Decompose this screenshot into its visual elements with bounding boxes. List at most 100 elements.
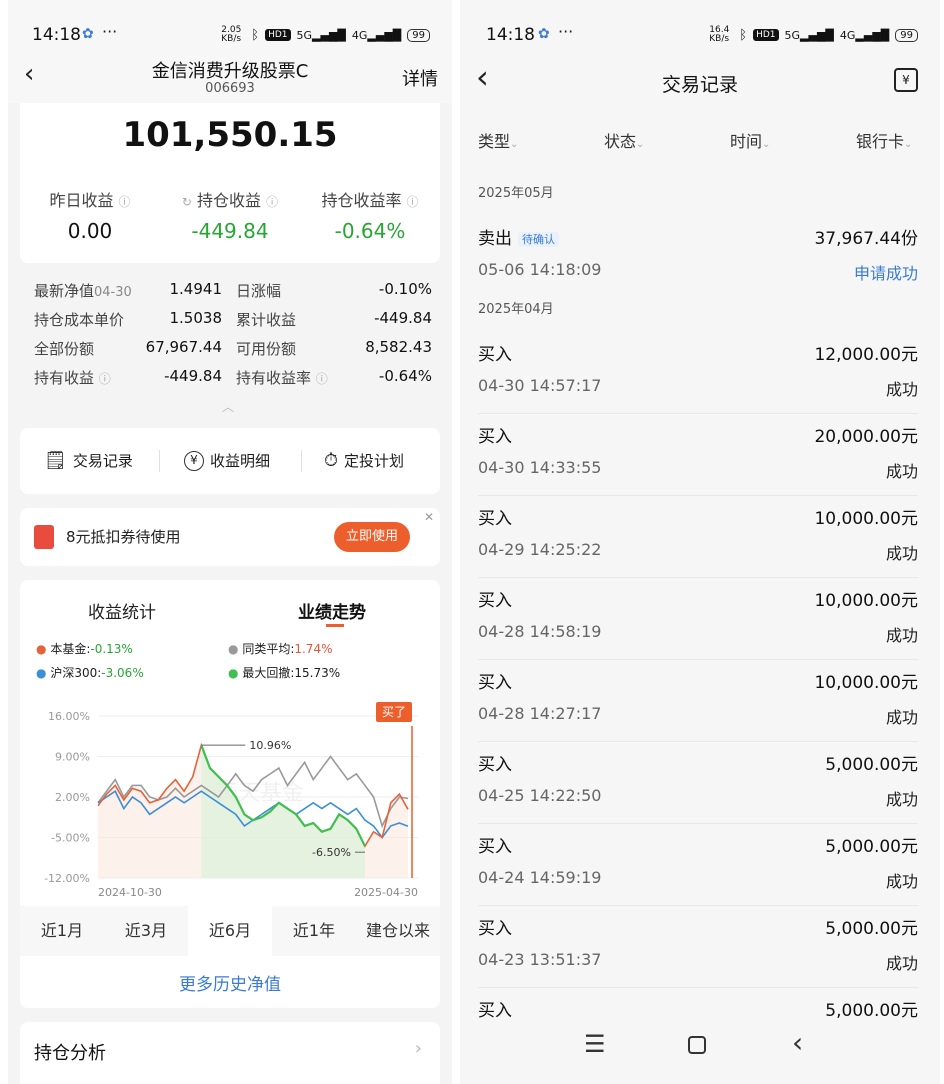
info-icon[interactable]: ⓘ [99, 372, 111, 386]
close-icon[interactable]: ✕ [424, 510, 434, 524]
record-row[interactable]: 买入 12,000.00元 04-30 14:57:17 成功 [478, 332, 918, 414]
stat-label: 持仓收益率 [321, 191, 402, 210]
legend-value: 15.73% [294, 666, 341, 680]
tab-performance-trend[interactable]: 业绩走势 [298, 598, 366, 623]
filter-bar: 类型⌄ 状态⌄ 时间⌄ 银行卡⌄ [460, 128, 940, 158]
range-tab[interactable]: 近3月 [104, 906, 188, 956]
app-header: ‹ 金信消费升级股票C 006693 详情 [8, 55, 452, 103]
detail-value: 8,582.43 [365, 338, 432, 356]
status-badge: 待确认 [518, 232, 559, 247]
fund-detail-screen: 14:18 ✿ ··· 2.05 KB/s ᛒ HD1 5G▂▄▆█ 4G▂▄▆… [8, 0, 452, 1084]
collapse-icon[interactable]: ︿ [222, 398, 234, 415]
page-title: 交易记录 [661, 74, 738, 96]
refresh-icon[interactable]: ↻ [182, 195, 192, 209]
more-history-card: 更多历史净值 [20, 956, 440, 1008]
record-row[interactable]: 买入 5,000.00元 04-25 14:22:50 成功 [478, 742, 918, 824]
record-status: 成功 [885, 708, 918, 727]
record-type: 买入 [478, 914, 512, 939]
record-time: 04-24 14:59:19 [478, 868, 602, 887]
home-icon[interactable] [688, 1036, 706, 1054]
filter-type[interactable]: 类型⌄ [478, 128, 518, 152]
record-row[interactable]: 买入 10,000.00元 04-28 14:27:17 成功 [478, 660, 918, 742]
records-action[interactable]: 🗒 交易记录 [44, 450, 133, 471]
filter-status[interactable]: 状态⌄ [604, 128, 644, 152]
record-type-label: 买入 [478, 755, 512, 775]
info-icon[interactable]: ⓘ [266, 195, 278, 209]
chevron-down-icon: ⌄ [636, 139, 645, 150]
legend-name: 同类平均: [242, 642, 295, 656]
stat-yesterday: 昨日收益 ⓘ 0.00 [20, 187, 160, 243]
detail-label: 最新净值 [34, 282, 95, 300]
plan-action[interactable]: ⏱ 定投计划 [324, 450, 404, 471]
record-time: 04-23 13:51:37 [478, 950, 602, 969]
record-status: 成功 [885, 380, 918, 399]
record-status: 成功 [885, 544, 918, 563]
record-row[interactable]: 买入 5,000.00元 04-24 14:59:19 成功 [478, 824, 918, 906]
legend-value: -0.13% [90, 642, 133, 656]
record-row[interactable]: 卖出 待确认 37,967.44份 05-06 14:18:09 申请成功 [478, 216, 918, 298]
detail-value: 1.5038 [169, 309, 223, 327]
range-tab[interactable]: 建仓以来 [356, 906, 440, 956]
holding-summary-card: 101,550.15 昨日收益 ⓘ 0.00 ↻ 持仓收益 ⓘ -449.84 … [20, 103, 440, 263]
menu-icon[interactable]: ☰ [584, 1030, 606, 1058]
stat-rate: 持仓收益率 ⓘ -0.64% [300, 187, 440, 243]
income-action[interactable]: ¥ 收益明细 [184, 450, 270, 471]
record-amount: 10,000.00元 [814, 673, 918, 693]
info-icon[interactable]: ⓘ [119, 195, 131, 209]
peak-label: 10.96% [249, 739, 291, 752]
filter-time[interactable]: 时间⌄ [730, 128, 770, 152]
legend-name: 沪深300: [50, 666, 102, 680]
record-row[interactable]: 买入 5,000.00元 04-23 13:51:37 成功 [478, 906, 918, 988]
coupon-card: 8元抵扣券待使用 立即使用 ✕ [20, 508, 440, 566]
detail-link[interactable]: 详情 [402, 65, 438, 91]
record-amount: 10,000.00元 [814, 509, 918, 529]
range-tab[interactable]: 近1月 [20, 906, 104, 956]
battery-icon: 99 [407, 28, 430, 42]
record-type-label: 买入 [478, 509, 512, 529]
month-header: 2025年05月 [478, 186, 554, 201]
record-row[interactable]: 买入 20,000.00元 04-30 14:33:55 成功 [478, 414, 918, 496]
weather-icon: ✿ [538, 26, 550, 42]
use-coupon-button[interactable]: 立即使用 [334, 522, 410, 552]
record-time: 05-06 14:18:09 [478, 260, 602, 279]
info-icon[interactable]: ⓘ [316, 372, 328, 386]
action-label: 定投计划 [344, 452, 405, 470]
y-tick-label: 16.00% [48, 710, 90, 723]
record-amount: 5,000.00元 [825, 837, 918, 857]
action-label: 收益明细 [210, 452, 271, 470]
fund-code: 006693 [205, 81, 255, 96]
record-type-label: 买入 [478, 673, 512, 693]
holding-analysis-row[interactable]: 持仓分析 › [20, 1022, 440, 1084]
detail-label: 可用份额 [236, 340, 297, 358]
detail-label: 持仓成本单价 [34, 311, 125, 329]
legend-value: 1.74% [294, 642, 333, 656]
calendar-icon[interactable]: ¥ [894, 68, 918, 92]
record-amount: 5,000.00元 [825, 755, 918, 775]
stat-value: 0.00 [67, 219, 113, 243]
action-label: 交易记录 [72, 452, 133, 470]
record-type-label: 买入 [478, 427, 512, 447]
more-history-link[interactable]: 更多历史净值 [20, 970, 440, 995]
range-tab-active[interactable]: 近6月 [188, 906, 272, 956]
chevron-right-icon: › [414, 1038, 422, 1059]
info-icon[interactable]: ⓘ [407, 195, 419, 209]
range-tab[interactable]: 近1年 [272, 906, 356, 956]
detail-label: 累计收益 [236, 311, 297, 329]
red-envelope-icon [34, 525, 54, 549]
detail-row: 最新净值04-30 [34, 280, 132, 301]
holding-amount: 101,550.15 [122, 115, 338, 155]
weather-icon: ✿ [82, 26, 94, 42]
record-row[interactable]: 买入 10,000.00元 04-28 14:58:19 成功 [478, 578, 918, 660]
record-type-label: 买入 [478, 837, 512, 857]
more-dots-icon: ··· [102, 22, 118, 41]
actions-card: 🗒 交易记录 ¥ 收益明细 ⏱ 定投计划 [20, 428, 440, 494]
filter-bank-card[interactable]: 银行卡⌄ [856, 128, 912, 152]
record-row[interactable]: 买入 10,000.00元 04-29 14:25:22 成功 [478, 496, 918, 578]
record-amount: 20,000.00元 [814, 427, 918, 447]
detail-row: 持有收益 ⓘ [34, 367, 111, 388]
back-nav-icon[interactable]: ‹ [792, 1026, 803, 1059]
tab-income-stats[interactable]: 收益统计 [88, 598, 156, 623]
signal-icon-2: 4G▂▄▆█ [839, 28, 890, 42]
record-type: 买入 [478, 750, 512, 775]
timer-icon: ⏱ [324, 450, 339, 471]
